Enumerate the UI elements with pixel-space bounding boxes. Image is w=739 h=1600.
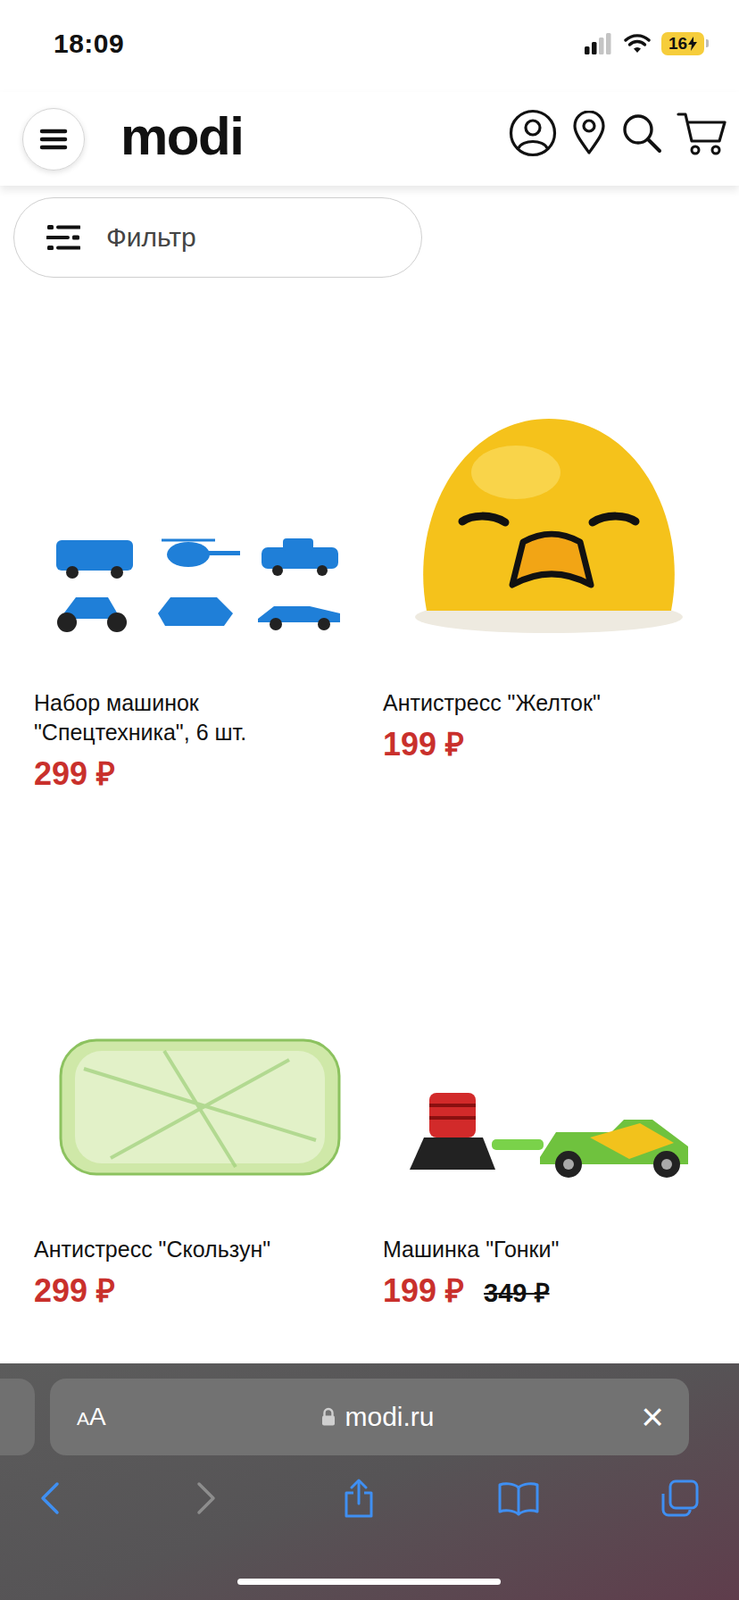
- bolt-icon: [688, 36, 698, 51]
- tabs-icon[interactable]: [660, 1478, 700, 1518]
- menu-icon: [39, 127, 68, 151]
- product-name[interactable]: Антистресс "Скользун": [33, 1234, 366, 1264]
- signal-icon: [584, 33, 614, 55]
- address-field[interactable]: AA modi.ru ×: [49, 1378, 690, 1455]
- yolk-toy-image: [408, 409, 690, 635]
- battery-tip: [705, 39, 709, 48]
- bookmarks-icon[interactable]: [497, 1479, 540, 1516]
- browser-toolbar: [0, 1454, 739, 1518]
- product-prices: 299 ₽: [33, 1272, 366, 1309]
- filter-icon: [46, 224, 81, 251]
- browser-bar: AA modi.ru ×: [0, 1362, 739, 1600]
- share-icon[interactable]: [340, 1478, 377, 1518]
- product-card[interactable]: Антистресс "Скользун" 299 ₽: [33, 823, 366, 1371]
- user-icon[interactable]: [508, 108, 557, 158]
- status-bar: 18:09 16: [0, 0, 739, 92]
- product-price: 299 ₽: [33, 755, 116, 792]
- battery-fill: 16: [661, 32, 705, 56]
- cart-icon[interactable]: [676, 110, 727, 156]
- product-price: 299 ₽: [33, 1272, 116, 1309]
- site-header: modi: [0, 91, 739, 186]
- logo[interactable]: modi: [120, 109, 243, 169]
- battery-percent: 16: [668, 33, 688, 54]
- product-image[interactable]: [33, 277, 366, 680]
- product-price: 199 ₽: [382, 1272, 465, 1309]
- racing-car-image: [406, 1083, 692, 1181]
- page: 18:09 16 modi Фильтр Набор машинок "Спецтехн…: [0, 0, 739, 1600]
- product-prices: 199 ₽ 349 ₽: [382, 1272, 715, 1309]
- url-text: modi.ru: [344, 1401, 434, 1432]
- location-pin-icon[interactable]: [571, 110, 607, 156]
- forward-icon[interactable]: [188, 1479, 221, 1516]
- slime-toy-image: [57, 1032, 343, 1181]
- search-icon[interactable]: [621, 112, 663, 154]
- back-icon[interactable]: [35, 1479, 68, 1516]
- product-card[interactable]: Набор машинок "Спецтехника", 6 шт. 299 ₽: [33, 277, 366, 824]
- clear-button[interactable]: ×: [640, 1396, 665, 1437]
- product-name[interactable]: Набор машинок "Спецтехника", 6 шт.: [33, 688, 366, 748]
- product-name[interactable]: Машинка "Гонки": [382, 1234, 715, 1264]
- vehicles-set-image: [54, 532, 346, 635]
- product-image[interactable]: [382, 823, 715, 1226]
- product-card[interactable]: Антистресс "Желток" 199 ₽: [382, 277, 715, 824]
- menu-button[interactable]: [22, 107, 85, 171]
- status-icons: 16: [584, 32, 709, 56]
- address-row: AA modi.ru ×: [0, 1362, 739, 1455]
- home-indicator[interactable]: [237, 1577, 501, 1585]
- status-time: 18:09: [53, 28, 125, 59]
- battery: 16: [661, 32, 709, 56]
- product-name[interactable]: Антистресс "Желток": [382, 688, 715, 718]
- product-prices: 199 ₽: [382, 726, 715, 763]
- previous-tab[interactable]: [0, 1378, 35, 1455]
- product-old-price: 349 ₽: [483, 1273, 549, 1309]
- product-prices: 299 ₽: [33, 755, 366, 792]
- product-image[interactable]: [33, 823, 366, 1226]
- lock-icon: [321, 1406, 336, 1427]
- url[interactable]: modi.ru: [106, 1401, 642, 1432]
- text-size-button[interactable]: AA: [76, 1402, 107, 1431]
- filter-button[interactable]: Фильтр: [13, 197, 423, 278]
- product-image[interactable]: [382, 277, 715, 680]
- header-actions: [508, 108, 727, 170]
- product-card[interactable]: Машинка "Гонки" 199 ₽ 349 ₽: [382, 823, 715, 1371]
- wifi-icon: [623, 33, 651, 55]
- filter-label: Фильтр: [106, 222, 197, 253]
- product-grid: Набор машинок "Спецтехника", 6 шт.299 ₽А…: [0, 277, 739, 1371]
- product-price: 199 ₽: [382, 726, 465, 763]
